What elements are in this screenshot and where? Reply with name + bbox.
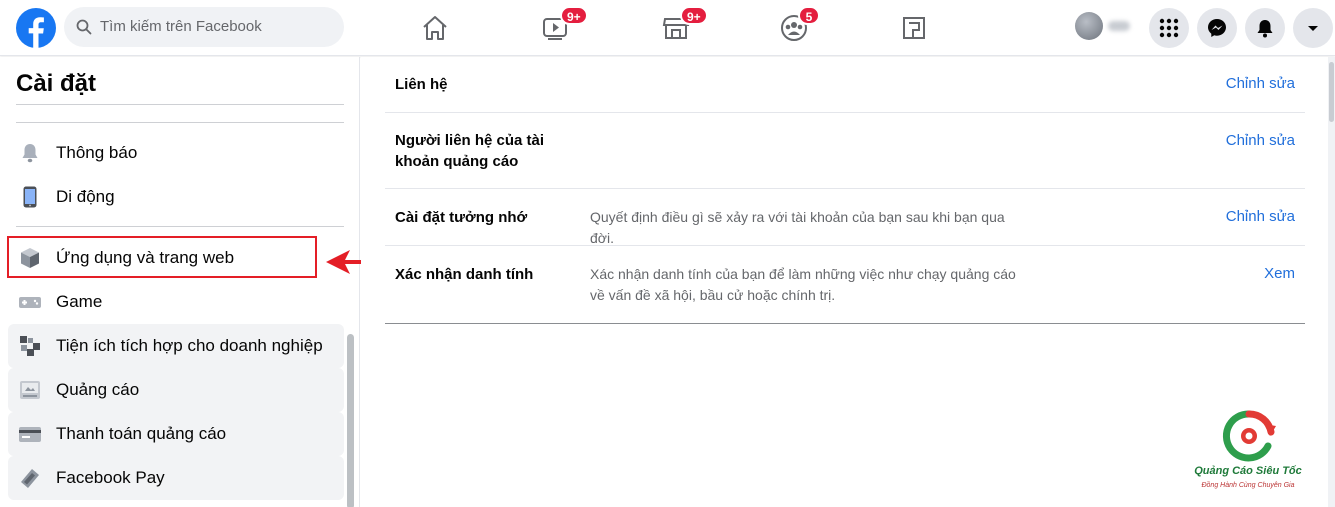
marketplace-icon[interactable]: 9+ [658, 6, 708, 46]
logo-mark-icon [1222, 410, 1276, 462]
sidebar-item-label: Thanh toán quảng cáo [56, 424, 227, 443]
row-description: Quyết định điều gì sẽ xảy ra với tài kho… [590, 209, 1005, 246]
puzzle-icon [20, 336, 40, 356]
main-scrollbar-thumb[interactable] [1329, 62, 1334, 122]
sidebar-item-label: Di động [56, 187, 115, 206]
avatar[interactable] [1075, 12, 1103, 40]
pay-icon [21, 469, 39, 488]
sidebar-scrollbar[interactable] [347, 334, 354, 507]
bell-icon [22, 144, 38, 163]
sidebar-item-label: Tiện ích tích hợp cho doanh nghiệp [56, 336, 323, 355]
watermark-brand: Quảng Cáo Siêu Tốc [1194, 465, 1302, 477]
view-link[interactable]: Xem [1264, 265, 1295, 282]
sidebar-item-business-integrations[interactable]: Tiện ích tích hợp cho doanh nghiệp [8, 324, 344, 368]
mobile-icon [23, 186, 37, 208]
sidebar-item-game[interactable]: Game [8, 280, 344, 324]
search-bar[interactable]: Tìm kiếm trên Facebook [64, 7, 344, 47]
sidebar-item-ads[interactable]: Quảng cáo [8, 368, 344, 412]
divider [16, 226, 344, 227]
row-label: Cài đặt tưởng nhớ [395, 209, 528, 226]
marketplace-badge: 9+ [680, 6, 708, 25]
page-title: Cài đặt [16, 70, 97, 97]
edit-link[interactable]: Chỉnh sửa [1226, 208, 1295, 225]
search-icon [76, 19, 92, 35]
sidebar-item-notifications[interactable]: Thông báo [8, 131, 344, 175]
watch-icon[interactable]: 9+ [538, 6, 588, 46]
caret-down-icon [1308, 26, 1318, 31]
settings-row-memorialization: Cài đặt tưởng nhớ Quyết định điều gì sẽ … [385, 189, 1305, 246]
row-label: Liên hệ [395, 76, 448, 93]
messenger-button[interactable] [1197, 8, 1237, 48]
profile-name-blurred[interactable] [1108, 21, 1130, 31]
game-icon [19, 297, 41, 308]
grid-icon [1159, 18, 1179, 38]
gaming-icon[interactable] [896, 10, 932, 46]
account-menu-button[interactable] [1293, 8, 1333, 48]
divider [16, 122, 344, 123]
groups-icon[interactable]: 5 [776, 6, 820, 46]
notifications-button[interactable] [1245, 8, 1285, 48]
settings-sidebar: Cài đặt Thông báo Di động Ứng dụng và tr… [0, 57, 360, 507]
groups-badge: 5 [798, 6, 820, 25]
watermark-tagline: Đồng Hành Cùng Chuyên Gia [1201, 482, 1295, 489]
card-icon [19, 427, 41, 442]
highlight-box [7, 236, 317, 278]
edit-link[interactable]: Chỉnh sửa [1226, 132, 1295, 149]
divider [16, 104, 344, 105]
sidebar-item-label: Thông báo [56, 143, 138, 162]
sidebar-item-ad-payments[interactable]: Thanh toán quảng cáo [8, 412, 344, 456]
menu-grid-button[interactable] [1149, 8, 1189, 48]
divider [385, 323, 1305, 324]
settings-row-ad-account-contacts: Người liên hệ của tài khoản quảng cáo Ch… [385, 113, 1305, 189]
row-label: Xác nhận danh tính [395, 266, 534, 283]
settings-row-identity-confirmation: Xác nhận danh tính Xác nhận danh tính củ… [385, 246, 1305, 324]
sidebar-item-label: Game [56, 292, 103, 311]
top-navigation-bar: Tìm kiếm trên Facebook 9+ 9+ 5 [0, 0, 1335, 56]
settings-row-contact: Liên hệ Chỉnh sửa [385, 57, 1305, 113]
watermark-logo: Quảng Cáo Siêu Tốc Đồng Hành Cùng Chuyên… [1178, 408, 1318, 500]
row-label: Người liên hệ của tài khoản quảng cáo [395, 132, 545, 170]
sidebar-item-label: Facebook Pay [56, 468, 165, 487]
facebook-logo-icon[interactable] [16, 8, 56, 48]
sidebar-item-facebook-pay[interactable]: Facebook Pay [8, 456, 344, 500]
sidebar-item-label: Quảng cáo [56, 380, 140, 399]
bell-icon [1257, 20, 1273, 38]
sidebar-item-mobile[interactable]: Di động [8, 175, 344, 219]
search-input[interactable]: Tìm kiếm trên Facebook [100, 18, 262, 35]
row-description: Xác nhận danh tính của bạn để làm những … [590, 266, 1016, 303]
ads-icon [20, 381, 40, 399]
edit-link[interactable]: Chỉnh sửa [1226, 75, 1295, 92]
watch-badge: 9+ [560, 6, 588, 25]
messenger-icon [1208, 19, 1226, 37]
main-scrollbar-track[interactable] [1328, 57, 1335, 507]
home-icon[interactable] [417, 10, 453, 46]
